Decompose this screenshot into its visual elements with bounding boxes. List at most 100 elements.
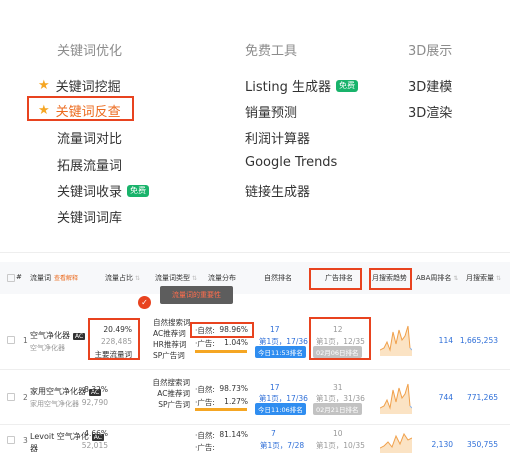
keyword-text: 家用空气净化器: [30, 387, 86, 396]
keyword-translation: 家用空气净化器: [30, 400, 79, 408]
menu-item-listing-generator[interactable]: Listing 生成器 免费: [245, 76, 358, 95]
menu-item-label: 利润计算器: [245, 132, 311, 147]
trend-chart[interactable]: [380, 430, 412, 453]
menu-item-3d-rendering[interactable]: 3D渲染: [408, 102, 452, 121]
menu-item-link-generator[interactable]: 链接生成器: [245, 181, 310, 200]
col-aba-label: ABA周排名: [416, 274, 452, 282]
keyword-text-wrap: 器: [30, 444, 38, 453]
ad-rank: 10: [333, 429, 343, 438]
col-organic-rank: 自然排名: [264, 274, 292, 282]
highlight-box: [309, 268, 362, 290]
row-checkbox[interactable]: [7, 336, 15, 344]
sort-icon: ⇅: [192, 275, 198, 282]
trend-chart[interactable]: [380, 320, 412, 356]
row-rank: 1: [23, 336, 28, 345]
organic-rank[interactable]: 17: [270, 325, 280, 334]
organic-rank-time[interactable]: 今日11:53排名: [255, 346, 306, 358]
table-row: 3 Levoit 空气净化 AC 器 4.66% 52,015 ·自然: 81.1…: [0, 426, 510, 453]
aba-rank: 114: [438, 336, 453, 345]
tools-menu: 关键词优化 免费工具 3D展示 ★ 关键词挖掘 ★ 关键词反查 流量词对比 拓展…: [0, 0, 510, 245]
organic-rank-time[interactable]: 今日11:06排名: [255, 403, 306, 415]
tooltip: 流量词的重要性: [160, 286, 233, 304]
col-volume[interactable]: 月搜索量 ⇅: [466, 273, 501, 283]
type-organic: 自然搜索词: [152, 378, 191, 387]
col-keyword-label: 流量词: [30, 274, 51, 282]
type-hr: HR推荐词: [153, 340, 187, 349]
dist-ad-pct: 1.04%: [224, 338, 248, 347]
menu-item-3d-modeling[interactable]: 3D建模: [408, 76, 452, 95]
star-icon: ★: [38, 103, 50, 118]
table-header: # 流量词 查看解释 流量占比 ⇅ 流量词类型 ⇅ 流量分布 自然排名 广告排名 月搜…: [0, 262, 510, 294]
share-count: 92,790: [81, 398, 108, 407]
menu-item-keyword-index[interactable]: 关键词收录 免费: [57, 181, 150, 200]
row-checkbox[interactable]: [7, 436, 15, 444]
menu-heading-3d: 3D展示: [408, 44, 453, 59]
type-organic: 自然搜索词: [153, 318, 191, 327]
col-type[interactable]: 流量词类型 ⇅: [155, 273, 197, 283]
ad-rank-time[interactable]: 02月21日排名: [313, 403, 362, 415]
trend-chart[interactable]: [380, 380, 412, 414]
ad-page: 第1页，10/35: [316, 441, 365, 450]
share-pct: 4.66%: [84, 429, 108, 438]
keyword-text: Levoit 空气净化: [30, 432, 89, 441]
menu-heading-keyword-optimization: 关键词优化: [57, 44, 123, 59]
col-share[interactable]: 流量占比 ⇅: [105, 273, 140, 283]
menu-item-keyword-reverse-lookup[interactable]: ★ 关键词反查: [38, 101, 121, 120]
keyword-type-list: 自然搜索词 AC推荐词 SP广告词: [152, 377, 191, 410]
sort-icon: ⇅: [496, 275, 502, 282]
menu-item-sales-forecast[interactable]: 销量预测: [245, 102, 297, 121]
menu-item-keyword-library[interactable]: 关键词词库: [57, 207, 122, 226]
col-keyword[interactable]: 流量词 查看解释: [30, 273, 78, 283]
row-checkbox[interactable]: [7, 393, 15, 401]
menu-item-label: 关键词收录: [57, 185, 123, 200]
type-sp: SP广告词: [158, 400, 190, 409]
dist-bar: [195, 408, 247, 411]
menu-item-profit-calculator[interactable]: 利润计算器: [245, 128, 310, 147]
monthly-volume: 350,755: [466, 440, 498, 449]
share-pct: 8.32%: [84, 385, 108, 394]
highlight-box: [369, 268, 412, 290]
sort-icon: ⇅: [453, 275, 459, 282]
ac-badge: AC: [73, 333, 86, 340]
check-icon: ✓: [138, 296, 151, 309]
table-row: 1 空气净化器 AC 空气净化器 20.49% 228,485 主要流量词 自然搜…: [0, 310, 510, 370]
menu-item-label: 关键词反查: [55, 105, 121, 120]
type-ac: AC推荐词: [153, 329, 186, 338]
trend-area: [380, 326, 412, 356]
aba-rank: 2,130: [431, 440, 453, 449]
keyword-translation: 空气净化器: [30, 344, 65, 352]
dist-organic-label: ·自然:: [195, 431, 215, 440]
col-type-label: 流量词类型: [155, 274, 190, 282]
organic-page: 第1页，7/28: [260, 441, 305, 450]
type-sp: SP广告词: [153, 351, 185, 360]
type-ac: AC推荐词: [157, 389, 190, 398]
menu-item-keyword-mining[interactable]: ★ 关键词挖掘: [38, 76, 121, 95]
table-row: 2 家用空气净化器 AC 家用空气净化器 8.32% 92,790 自然搜索词 A…: [0, 371, 510, 425]
divider: [0, 252, 510, 253]
menu-item-google-trends[interactable]: Google Trends: [245, 155, 337, 170]
dist-ad-label: ·广告:: [195, 398, 215, 407]
menu-item-label: Google Trends: [245, 155, 338, 170]
col-hash: #: [16, 273, 22, 281]
col-dist: 流量分布: [208, 274, 236, 282]
dist-organic-label: ·自然:: [195, 385, 215, 394]
highlight-box: [190, 322, 254, 338]
star-icon: ★: [38, 78, 50, 93]
organic-rank[interactable]: 17: [270, 383, 280, 392]
col-keyword-help[interactable]: 查看解释: [54, 275, 78, 282]
menu-heading-free-tools: 免费工具: [245, 44, 298, 59]
col-share-label: 流量占比: [105, 274, 133, 282]
row-rank: 2: [23, 393, 28, 402]
organic-rank[interactable]: 7: [271, 429, 276, 438]
menu-item-label: 拓展流量词: [57, 159, 123, 174]
menu-item-expand-keywords[interactable]: 拓展流量词: [57, 155, 122, 174]
col-volume-label: 月搜索量: [466, 274, 494, 282]
highlight-box: [309, 317, 371, 360]
keyword-type-list: 自然搜索词 AC推荐词 HR推荐词 SP广告词: [153, 317, 191, 361]
menu-item-label: 链接生成器: [245, 185, 311, 200]
select-all-checkbox[interactable]: [7, 274, 15, 282]
keyword-cell[interactable]: 空气净化器 AC: [30, 330, 86, 341]
free-badge: 免费: [127, 184, 150, 197]
menu-item-keyword-compare[interactable]: 流量词对比: [57, 128, 122, 147]
col-aba[interactable]: ABA周排名 ⇅: [416, 273, 458, 283]
